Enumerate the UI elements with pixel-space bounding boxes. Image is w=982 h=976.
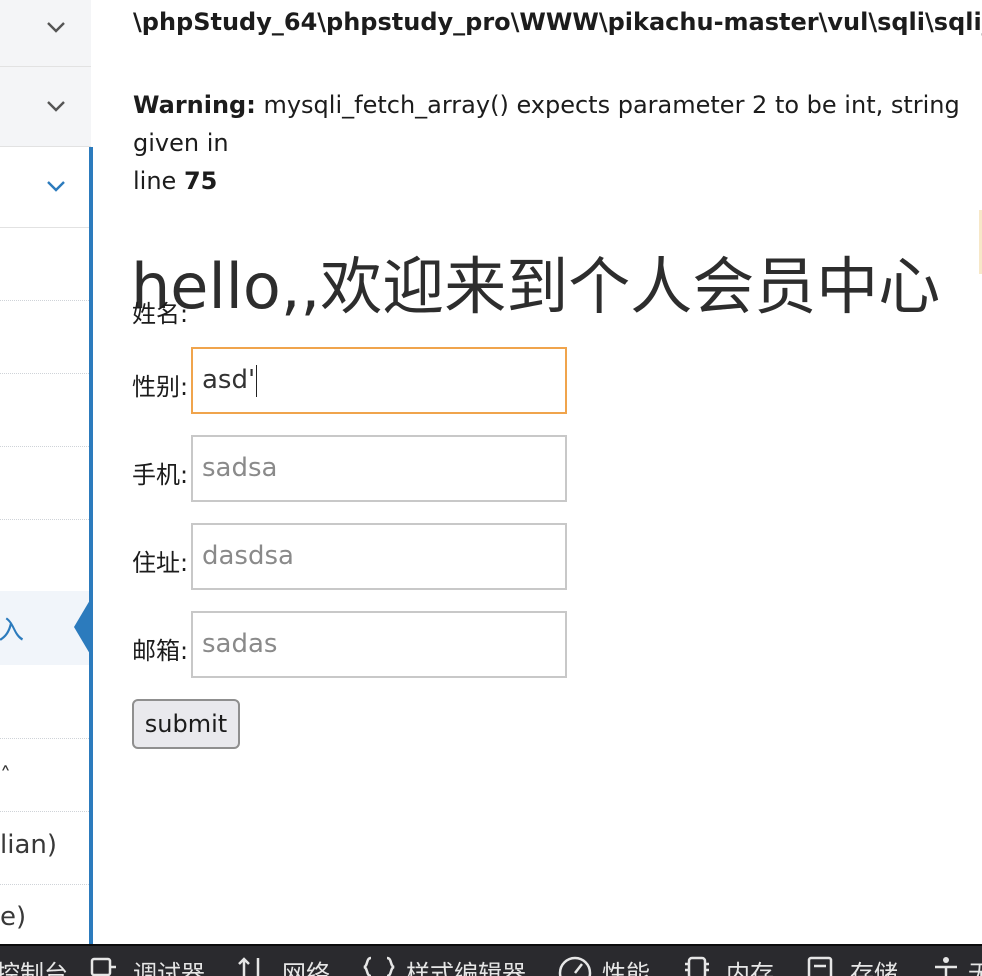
memory-icon — [683, 956, 713, 976]
chevron-down-icon[interactable] — [46, 99, 65, 113]
warning-line-prefix: line — [133, 167, 177, 195]
sidebar-menu-group-2[interactable] — [0, 67, 91, 147]
sidebar-menu-group-1[interactable] — [0, 0, 91, 67]
chevron-down-icon[interactable] — [46, 179, 65, 193]
tab-network[interactable]: 网络 — [282, 954, 330, 976]
tab-storage[interactable]: 存储 — [850, 954, 898, 976]
name-label: 姓名: — [132, 300, 189, 328]
sex-label: 性别: — [132, 373, 189, 401]
sidebar-item-active-label[interactable]: 入 — [0, 610, 24, 647]
tab-performance[interactable]: 性能 — [602, 954, 650, 976]
php-warning: Warning: mysqli_fetch_array() expects pa… — [133, 86, 982, 200]
tab-accessibility[interactable]: 无 — [968, 954, 982, 976]
sidebar-item-label[interactable]: ˄ — [0, 764, 11, 789]
sex-input[interactable]: asd' — [191, 347, 567, 414]
main-content: \phpStudy_64\phpstudy_pro\WWW\pikachu-ma… — [93, 0, 982, 944]
devtools-toolbar: 控制台 调试器 网络 样式编辑器 性能 内存 存储 无 — [0, 944, 982, 976]
submit-button[interactable]: submit — [132, 699, 240, 749]
tab-debugger[interactable]: 调试器 — [133, 954, 205, 976]
sidebar-item-label[interactable]: lian) — [0, 830, 57, 860]
sidebar-item-label[interactable]: e) — [0, 902, 26, 932]
tab-memory[interactable]: 内存 — [726, 954, 774, 976]
page-title: hello,,欢迎来到个人会员中心 — [131, 249, 941, 323]
sidebar-divider — [0, 446, 89, 447]
sidebar: 入 ˄ lian) e) — [0, 0, 91, 944]
address-input[interactable]: dasdsa — [191, 523, 567, 590]
warning-label: Warning: — [133, 91, 256, 119]
sidebar-menu-group-3[interactable] — [0, 147, 91, 228]
active-indicator-arrow — [74, 600, 90, 654]
warning-line-number: 75 — [183, 167, 218, 195]
warning-message: mysqli_fetch_array() expects parameter 2… — [133, 91, 960, 157]
text-caret — [256, 364, 258, 397]
tab-style-editor[interactable]: 样式编辑器 — [406, 954, 526, 976]
error-path: \phpStudy_64\phpstudy_pro\WWW\pikachu-ma… — [133, 8, 982, 36]
sidebar-divider — [0, 884, 89, 885]
sidebar-divider — [0, 373, 89, 374]
sidebar-divider — [0, 738, 89, 739]
tab-console[interactable]: 控制台 — [0, 954, 68, 976]
phone-label: 手机: — [132, 461, 189, 489]
sidebar-divider — [0, 811, 89, 812]
accessibility-icon — [932, 956, 960, 976]
storage-icon — [806, 956, 836, 976]
sidebar-divider — [0, 300, 89, 301]
performance-icon — [558, 956, 592, 976]
braces-icon — [362, 956, 396, 976]
network-icon — [236, 956, 266, 976]
chevron-down-icon[interactable] — [46, 20, 65, 34]
debugger-icon — [90, 956, 118, 976]
phone-input[interactable]: sadsa — [191, 435, 567, 502]
email-label: 邮箱: — [132, 637, 189, 665]
sex-input-value: asd' — [202, 365, 256, 395]
address-label: 住址: — [132, 549, 189, 577]
sidebar-divider — [0, 519, 89, 520]
email-input[interactable]: sadas — [191, 611, 567, 678]
